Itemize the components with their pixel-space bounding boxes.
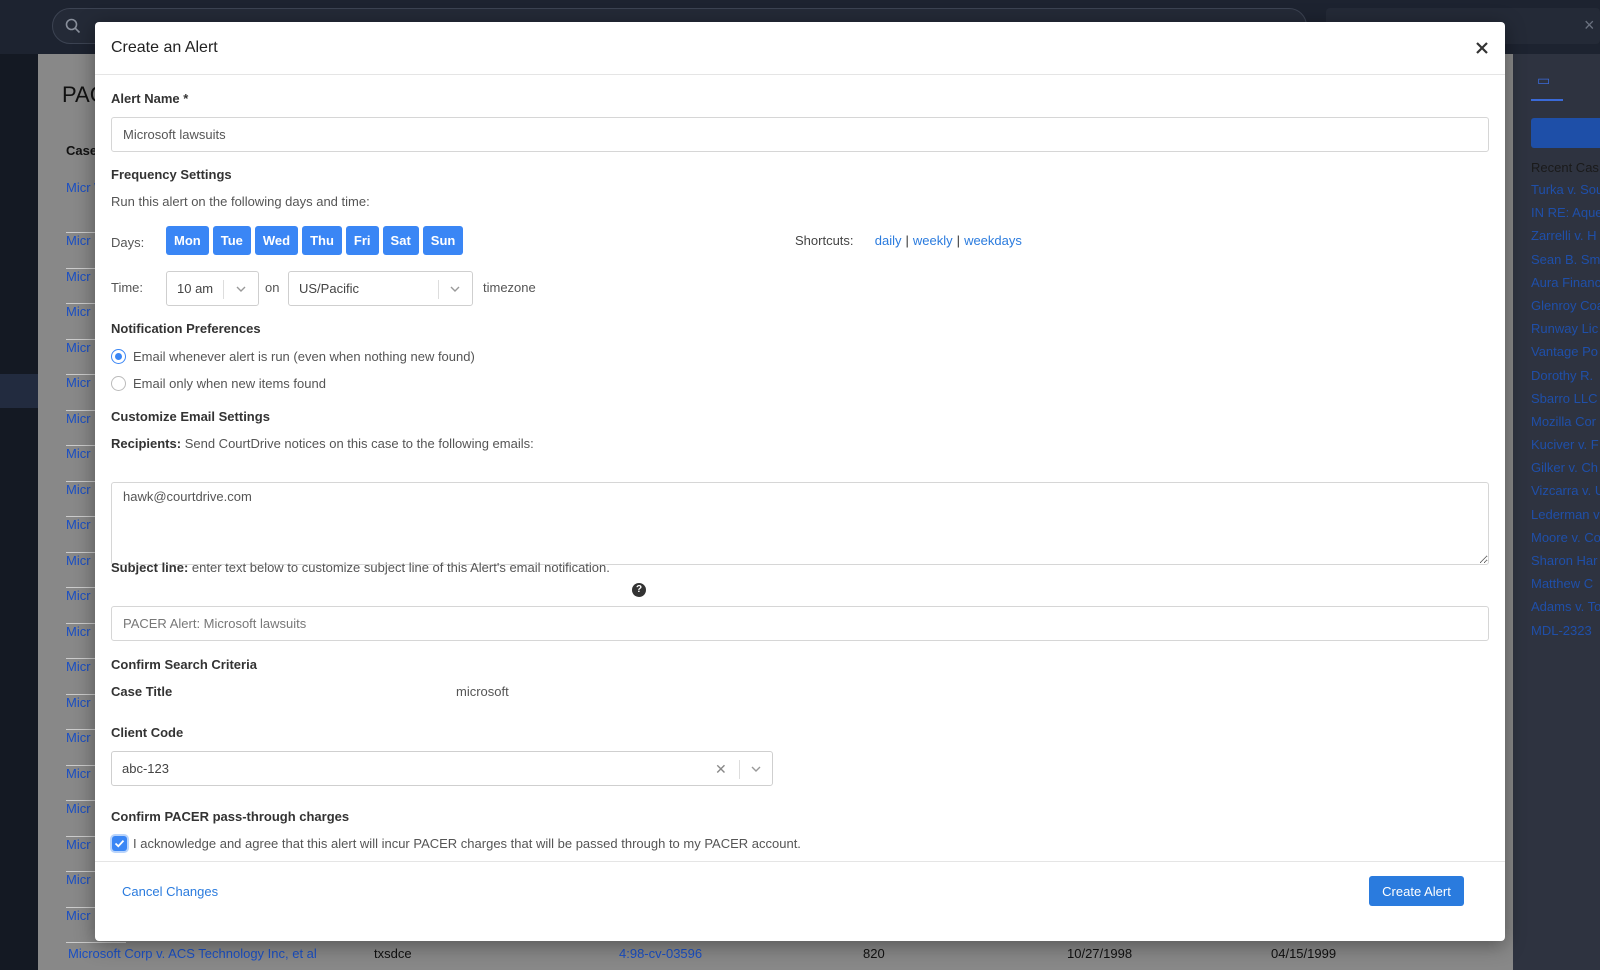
notify-new-only-radio[interactable] xyxy=(111,376,126,391)
recent-case-link[interactable]: Matthew C xyxy=(1531,576,1600,599)
day-button-fri[interactable]: Fri xyxy=(345,226,379,255)
court-cell: txsdce xyxy=(374,946,412,961)
alert-name-label: Alert Name * xyxy=(111,91,189,106)
filed-cell: 10/27/1998 xyxy=(1067,946,1133,961)
recent-case-link[interactable]: Runway Lic xyxy=(1531,321,1600,344)
recent-case-link[interactable]: Gilker v. Ch xyxy=(1531,460,1600,483)
recipients-help: Send CourtDrive notices on this case to … xyxy=(184,436,534,451)
recent-case-link[interactable]: Vizcarra v. U xyxy=(1531,483,1600,506)
timezone-select[interactable]: US/Pacific xyxy=(288,271,473,306)
recent-cases-heading: Recent Cas xyxy=(1531,160,1599,175)
recent-case-link[interactable]: Dorothy R. xyxy=(1531,368,1600,391)
recent-case-link[interactable]: MDL-2323 xyxy=(1531,623,1600,646)
day-button-sun[interactable]: Sun xyxy=(422,226,464,255)
recent-case-link[interactable]: Adams v. To xyxy=(1531,599,1600,622)
recipients-label: Recipients: xyxy=(111,436,182,451)
recent-case-link[interactable]: Glenroy Coa xyxy=(1531,298,1600,321)
chevron-down-icon xyxy=(751,766,761,772)
subject-input[interactable] xyxy=(111,606,1489,641)
day-button-mon[interactable]: Mon xyxy=(166,226,209,255)
shortcuts: Shortcuts: daily | weekly | weekdays xyxy=(795,233,1022,248)
recent-case-link[interactable]: Sbarro LLC xyxy=(1531,391,1600,414)
modal-header: Create an Alert xyxy=(95,22,1505,75)
case-link[interactable]: Microsoft Corp v. ACS Technology Inc, et… xyxy=(68,946,317,961)
recent-cases-list: Turka v. Sou IN RE: Aque Zarrelli v. H Sean… xyxy=(1531,182,1600,646)
alert-name-input[interactable] xyxy=(111,117,1489,152)
recent-case-link[interactable]: Aura Financ xyxy=(1531,275,1600,298)
create-alert-button[interactable]: Create Alert xyxy=(1369,876,1464,906)
client-code-select[interactable]: abc-123 ✕ xyxy=(111,751,773,786)
left-nav-active-item[interactable] xyxy=(0,374,38,408)
recent-case-link[interactable]: Lederman v xyxy=(1531,507,1600,530)
recent-case-link[interactable]: Sean B. Sm xyxy=(1531,252,1600,275)
briefcase-icon[interactable]: ▭ xyxy=(1537,72,1550,89)
recent-case-link[interactable]: Moore v. Co xyxy=(1531,530,1600,553)
notify-new-only-label: Email only when new items found xyxy=(133,376,326,391)
shortcut-weekdays[interactable]: weekdays xyxy=(964,233,1022,248)
recent-case-link[interactable]: Zarrelli v. H xyxy=(1531,228,1600,251)
time-value: 10 am xyxy=(177,281,214,296)
day-buttons: Mon Tue Wed Thu Fri Sat Sun xyxy=(166,226,464,255)
table-row: Microsoft Corp v. ACS Technology Inc, et… xyxy=(38,940,1513,970)
shortcut-weekly[interactable]: weekly xyxy=(913,233,953,248)
day-button-sat[interactable]: Sat xyxy=(382,226,419,255)
acknowledge-checkbox[interactable] xyxy=(112,836,127,851)
confirm-criteria-heading: Confirm Search Criteria xyxy=(111,657,257,672)
help-icon[interactable]: ? xyxy=(632,583,646,597)
recent-case-link[interactable]: Vantage Po xyxy=(1531,344,1600,367)
day-button-wed[interactable]: Wed xyxy=(254,226,299,255)
docket-link[interactable]: 4:98-cv-03596 xyxy=(619,946,702,961)
recent-case-link[interactable]: IN RE: Aque xyxy=(1531,205,1600,228)
days-label: Days: xyxy=(111,235,145,250)
acknowledge-label: I acknowledge and agree that this alert … xyxy=(133,836,801,851)
clear-icon[interactable]: ✕ xyxy=(715,761,727,778)
frequency-help: Run this alert on the following days and… xyxy=(111,194,370,209)
recent-case-link[interactable]: Sharon Har xyxy=(1531,553,1600,576)
close-icon[interactable]: × xyxy=(1584,15,1595,36)
subject-label: Subject line: xyxy=(111,560,189,575)
email-settings-heading: Customize Email Settings xyxy=(111,409,270,424)
recent-case-link[interactable]: Mozilla Cor xyxy=(1531,414,1600,437)
cancel-changes-button[interactable]: Cancel Changes xyxy=(122,884,218,899)
case-column-header: Case xyxy=(66,143,98,158)
recent-case-link[interactable]: Turka v. Sou xyxy=(1531,182,1600,205)
recipients-textarea[interactable]: hawk@courtdrive.com xyxy=(111,482,1489,565)
subject-help: enter text below to customize subject li… xyxy=(191,560,610,575)
modal-body: Alert Name * Frequency Settings Run this… xyxy=(111,75,1489,887)
chevron-down-icon xyxy=(450,286,460,292)
nature-cell: 820 xyxy=(863,946,885,961)
check-icon xyxy=(114,839,125,848)
charges-heading: Confirm PACER pass-through charges xyxy=(111,809,350,824)
frequency-heading: Frequency Settings xyxy=(111,167,232,182)
search-icon xyxy=(65,18,81,34)
shortcut-daily[interactable]: daily xyxy=(875,233,902,248)
left-nav xyxy=(0,54,38,970)
create-alert-modal: Create an Alert Alert Name * Frequency S… xyxy=(95,22,1505,941)
client-code-value: abc-123 xyxy=(122,761,169,776)
recent-case-link[interactable]: Kuciver v. F xyxy=(1531,437,1600,460)
time-label: Time: xyxy=(111,280,144,295)
right-panel-button[interactable] xyxy=(1531,118,1600,148)
modal-footer: Cancel Changes Create Alert xyxy=(95,861,1505,941)
notify-always-radio[interactable] xyxy=(111,349,126,364)
time-select[interactable]: 10 am xyxy=(166,271,259,306)
client-code-label: Client Code xyxy=(111,725,184,740)
on-label: on xyxy=(265,280,280,295)
shortcuts-label: Shortcuts: xyxy=(795,233,854,248)
notification-heading: Notification Preferences xyxy=(111,321,261,336)
modal-title: Create an Alert xyxy=(111,39,218,56)
right-panel: ▭ Recent Cas Turka v. Sou IN RE: Aque Zarr… xyxy=(1513,54,1600,970)
timezone-label: timezone xyxy=(483,280,536,295)
day-button-tue[interactable]: Tue xyxy=(212,226,251,255)
case-title-value: microsoft xyxy=(456,684,509,699)
chevron-down-icon xyxy=(236,286,246,292)
close-icon[interactable] xyxy=(1473,39,1491,57)
closed-cell: 04/15/1999 xyxy=(1271,946,1337,961)
notify-always-label: Email whenever alert is run (even when n… xyxy=(133,349,475,364)
day-button-thu[interactable]: Thu xyxy=(302,226,342,255)
timezone-value: US/Pacific xyxy=(299,281,359,296)
case-title-label: Case Title xyxy=(111,684,173,699)
